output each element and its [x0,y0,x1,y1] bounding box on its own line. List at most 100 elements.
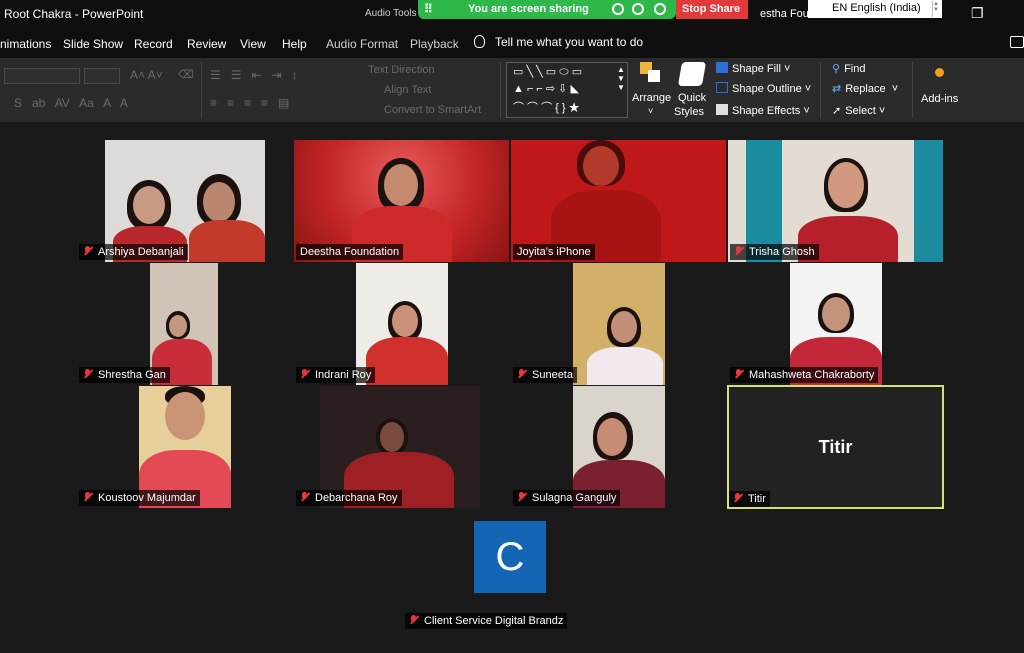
addins-icon[interactable] [935,68,944,77]
muted-mic-icon [300,492,309,502]
replace-button[interactable]: ⇄ Replace ˅ [832,82,898,95]
muted-mic-icon [83,369,92,379]
clear-format-icon[interactable]: ⌫ [178,68,194,81]
muted-mic-icon [517,492,526,502]
addins-button[interactable]: Add-ins [921,93,958,105]
shape-effects-label: Shape Effects [732,105,801,117]
screen-sharing-bar[interactable]: ⠿ You are screen sharing [418,0,676,19]
participant-tile[interactable]: Koustoov Majumdar [77,386,292,508]
tab-slide-show[interactable]: Slide Show [63,37,123,51]
align-text-button[interactable]: Align Text [384,84,432,96]
muted-mic-icon [409,615,418,625]
arrange-icon[interactable] [640,62,664,86]
record-icon[interactable] [632,3,644,15]
tab-record[interactable]: Record [134,37,173,51]
tab-review[interactable]: Review [187,37,226,51]
participant-tile[interactable]: Shrestha Gan [77,263,292,385]
stop-share-label: Stop Share [682,3,741,15]
participant-tile[interactable]: C Client Service Digital Brandz [403,509,618,631]
tell-me-search[interactable]: Tell me what you want to do [474,35,643,49]
font-size-field[interactable] [84,68,120,84]
tell-me-label: Tell me what you want to do [495,35,644,49]
participant-name: Debarchana Roy [296,490,402,506]
participant-name: Titir [729,491,770,507]
language-indicator[interactable]: EN English (India) ▲ ▼ [808,0,942,18]
participant-tile-active[interactable]: Titir Titir [727,385,944,509]
quick-styles-label-2[interactable]: Styles [674,106,704,118]
tab-view[interactable]: View [240,37,266,51]
participant-tile[interactable]: Indrani Roy [294,263,509,385]
participant-tile[interactable]: Trisha Ghosh [728,140,943,262]
separator [912,62,913,118]
shield-icon[interactable] [654,3,666,15]
shape-outline-button[interactable]: Shape Outline ˅ [716,82,811,95]
participant-name: Joyita's iPhone [513,244,595,260]
comments-icon[interactable] [1010,36,1024,48]
shape-outline-label: Shape Outline [732,83,802,95]
participant-tile[interactable]: Joyita's iPhone [511,140,726,262]
participant-tile[interactable]: Mahashweta Chakraborty [728,263,943,385]
muted-mic-icon [83,492,92,502]
muted-mic-icon [734,369,743,379]
arrange-button[interactable]: Arrange [632,92,671,104]
participant-name: Indrani Roy [296,367,376,383]
participant-tile[interactable]: Deestha Foundation [294,140,509,262]
replace-icon: ⇄ [832,83,842,95]
tab-help[interactable]: Help [282,37,307,51]
muted-mic-icon [734,246,743,256]
list-icons[interactable]: ☰ ☰ ⇤ ⇥ ↕ [210,68,298,82]
font-style-icons[interactable]: S ab AV Aa A A [14,96,128,110]
muted-mic-icon [83,246,92,256]
separator [820,62,821,118]
participant-display-name: Titir [818,437,853,457]
stop-share-button[interactable]: Stop Share [676,0,748,19]
cursor-icon: ➚ [832,105,842,117]
quick-styles-label-1[interactable]: Quick [678,92,706,104]
participant-name: Mahashweta Chakraborty [730,367,879,383]
participant-name: Trisha Ghosh [730,244,819,260]
align-icons[interactable]: ≡ ≡ ≡ ≡ ▤ [210,96,289,110]
select-label: Select [845,105,876,117]
tab-animations[interactable]: nimations [0,37,51,51]
chevron-down-icon[interactable]: ˅ [648,106,653,116]
language-scroll-icon[interactable]: ▲ ▼ [932,1,940,17]
shape-fill-button[interactable]: Shape Fill ˅ [716,62,790,75]
muted-mic-icon [517,369,526,379]
separator [201,62,202,118]
select-button[interactable]: ➚ Select ˅ [832,104,885,117]
participant-tile[interactable]: Sulagna Ganguly [511,386,726,508]
paint-bucket-icon [716,62,728,73]
separator [500,62,501,118]
shape-effects-button[interactable]: Shape Effects ˅ [716,104,810,117]
shape-fill-label: Shape Fill [732,63,781,75]
participant-video [573,263,665,385]
gallery-scroll-icon: ▲ ▼ ▼ [617,65,625,92]
convert-smartart-button[interactable]: Convert to SmartArt [384,104,481,116]
participant-name: Client Service Digital Brandz [405,613,568,629]
pause-icon[interactable] [612,3,624,15]
text-direction-button[interactable]: Text Direction [368,64,435,76]
participant-name: Arshiya Debanjali [79,244,188,260]
participant-tile[interactable]: Suneeta [511,263,726,385]
shapes-gallery[interactable]: ▭ ╲ ╲ ▭ ⬭ ▭ ▲ ⌐ ⌐ ⇨ ⇩ ◣ ⌒ ⌒ ⌒ { } ★ ▲ ▼ ▼ [506,62,628,118]
drag-handle-icon[interactable]: ⠿ [424,2,433,16]
restore-icon[interactable]: ❐ [971,5,984,22]
lightbulb-icon [474,35,485,48]
participant-name: Deestha Foundation [296,244,404,260]
font-size-icons[interactable]: A˄ A˅ [130,68,163,82]
screen: Root Chakra - PowerPoint Audio Tools ⠿ Y… [0,0,1024,653]
tab-audio-format[interactable]: Audio Format [326,37,398,51]
effects-icon [716,104,728,115]
find-button[interactable]: ⚲ Find [832,62,865,75]
tab-playback[interactable]: Playback [410,37,459,51]
quick-styles-icon[interactable] [677,62,707,86]
screen-sharing-label: You are screen sharing [468,3,589,15]
participant-name: Koustoov Majumdar [79,490,200,506]
participant-tile[interactable]: Debarchana Roy [294,386,509,508]
font-name-field[interactable] [4,68,80,84]
replace-label: Replace [845,83,886,95]
participant-name: Shrestha Gan [79,367,170,383]
participant-tile[interactable]: Arshiya Debanjali [77,140,292,262]
ribbon-tabs: nimations Slide Show Record Review View … [0,28,1024,58]
audio-tools-label: Audio Tools [365,8,417,19]
